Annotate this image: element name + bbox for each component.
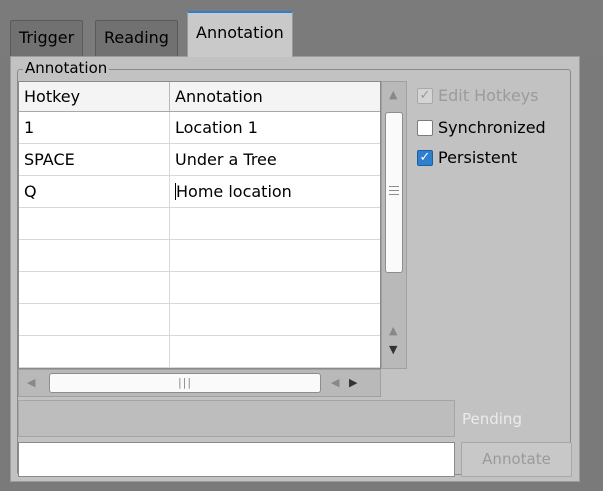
scroll-down-icon[interactable]: ▼ [389, 344, 397, 356]
table-header: Hotkey Annotation [19, 82, 380, 112]
table-row[interactable] [19, 208, 380, 240]
hotkey-cell[interactable]: SPACE [19, 144, 170, 175]
hotkey-cell[interactable] [19, 240, 170, 271]
annotation-cell[interactable] [170, 272, 380, 303]
table-row[interactable] [19, 272, 380, 304]
annotation-cell-editing[interactable]: Home location [170, 176, 380, 207]
annotation-cell[interactable]: Location 1 [170, 112, 380, 143]
hotkey-cell[interactable] [19, 208, 170, 239]
grip-line [389, 190, 399, 191]
grip-icon: ||| [177, 376, 193, 389]
annotation-table[interactable]: Hotkey Annotation 1 Location 1 SPACE Und… [18, 81, 381, 369]
vertical-scrollbar[interactable]: ▲ ▲ ▼ [381, 81, 407, 369]
annotation-cell[interactable] [170, 304, 380, 335]
horizontal-scrollbar[interactable]: ◀ ||| ◀ ▶ [18, 369, 381, 397]
group-title: Annotation [23, 59, 110, 77]
table-row[interactable] [19, 336, 380, 368]
hotkey-cell[interactable] [19, 272, 170, 303]
tab-trigger[interactable]: Trigger [10, 20, 84, 56]
column-header-annotation[interactable]: Annotation [170, 82, 380, 111]
table-row[interactable] [19, 240, 380, 272]
pending-label: Pending [462, 410, 522, 428]
pending-field [18, 400, 455, 437]
vertical-scroll-thumb[interactable] [385, 112, 403, 273]
table-row[interactable] [19, 304, 380, 336]
table-row[interactable]: Q Home location [19, 176, 380, 208]
annotation-cell[interactable] [170, 240, 380, 271]
grip-line [389, 186, 399, 187]
annotation-cell[interactable] [170, 336, 380, 367]
scroll-left-icon[interactable]: ◀ [27, 377, 35, 389]
checkbox-checked-icon: ✓ [417, 150, 433, 166]
annotation-cell[interactable]: Under a Tree [170, 144, 380, 175]
scroll-right-icon[interactable]: ▶ [349, 377, 357, 389]
column-header-hotkey[interactable]: Hotkey [19, 82, 170, 111]
tab-annotation[interactable]: Annotation [187, 11, 293, 57]
scroll-up-icon[interactable]: ▲ [389, 325, 397, 337]
tab-bar [0, 0, 603, 56]
grip-line [389, 194, 399, 195]
synchronized-label: Synchronized [438, 118, 546, 137]
annotation-cell[interactable] [170, 208, 380, 239]
annotation-input[interactable] [18, 442, 455, 477]
tab-annotation-label: Annotation [196, 23, 284, 42]
persistent-label: Persistent [438, 148, 518, 167]
hotkey-cell[interactable]: Q [19, 176, 170, 207]
scroll-left-icon[interactable]: ◀ [331, 377, 339, 389]
hotkey-cell[interactable]: 1 [19, 112, 170, 143]
checkbox-unchecked-icon [417, 120, 433, 136]
tab-reading[interactable]: Reading [95, 20, 178, 56]
checkbox-checked-icon: ✓ [417, 88, 433, 104]
edit-hotkeys-label: Edit Hotkeys [438, 86, 539, 105]
tab-reading-label: Reading [104, 28, 169, 47]
scroll-up-icon[interactable]: ▲ [389, 89, 397, 101]
table-row[interactable]: 1 Location 1 [19, 112, 380, 144]
hotkey-cell[interactable] [19, 336, 170, 367]
annotation-cell-text: Home location [176, 182, 292, 201]
table-row[interactable]: SPACE Under a Tree [19, 144, 380, 176]
hotkey-cell[interactable] [19, 304, 170, 335]
tab-trigger-label: Trigger [19, 28, 75, 47]
horizontal-scroll-thumb[interactable]: ||| [49, 373, 321, 393]
annotate-button[interactable]: Annotate [461, 442, 572, 477]
